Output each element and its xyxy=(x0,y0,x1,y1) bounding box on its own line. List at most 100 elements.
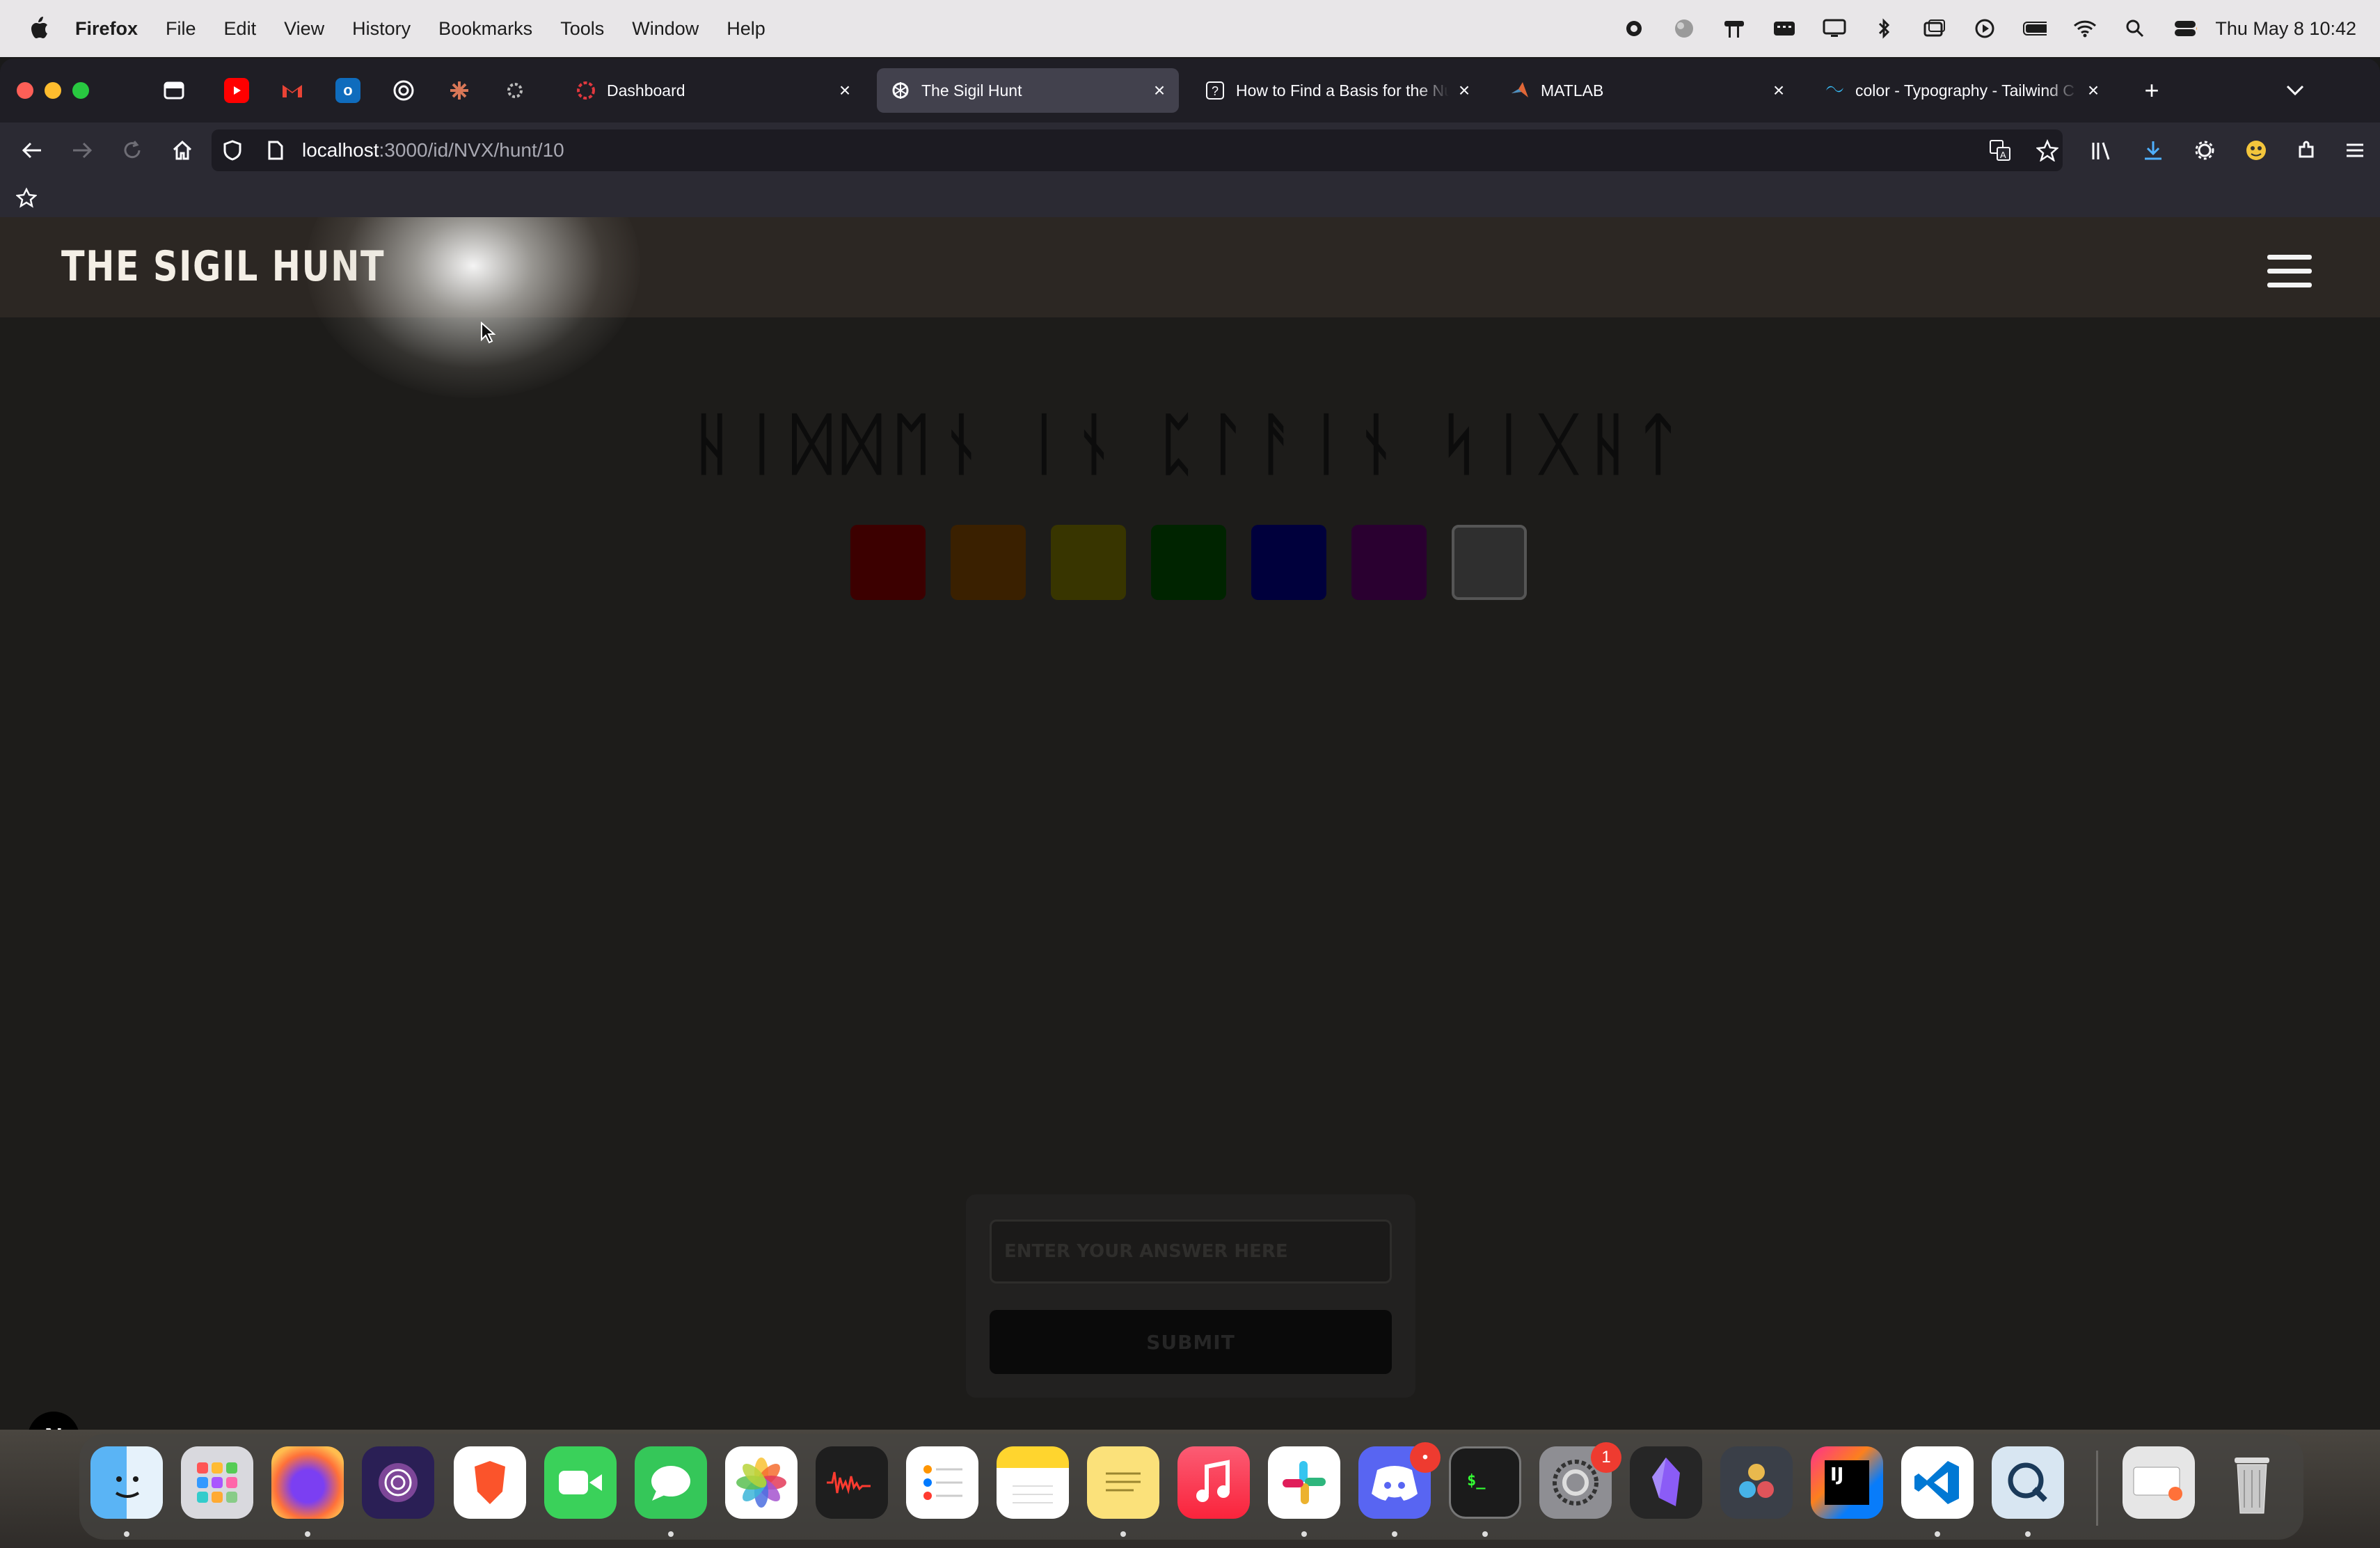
close-tab-icon[interactable]: × xyxy=(1769,79,1788,101)
launchpad-icon[interactable] xyxy=(181,1446,253,1519)
bookmark-star-icon[interactable] xyxy=(2033,136,2061,164)
account-avatar-icon[interactable] xyxy=(2242,136,2270,164)
submit-button[interactable]: SUBMIT xyxy=(990,1310,1392,1374)
chatgpt-pinned-tab-icon[interactable] xyxy=(391,78,416,103)
app-menu-icon[interactable] xyxy=(2341,136,2369,164)
close-tab-icon[interactable]: × xyxy=(1454,79,1474,101)
hamburger-menu-icon[interactable] xyxy=(2267,255,2312,288)
swatch-yellow[interactable] xyxy=(1051,525,1126,600)
menu-clock[interactable]: Thu May 8 10:42 xyxy=(2215,18,2356,40)
stickies-icon[interactable] xyxy=(1087,1446,1159,1519)
new-tab-icon[interactable]: + xyxy=(2139,76,2164,104)
menu-edit[interactable]: Edit xyxy=(224,18,257,40)
tree-icon[interactable] xyxy=(1722,17,1746,40)
finder-icon[interactable] xyxy=(90,1446,163,1519)
forward-arrow-icon[interactable] xyxy=(68,136,96,164)
stage-manager-icon[interactable] xyxy=(1923,17,1946,40)
menu-history[interactable]: History xyxy=(352,18,411,40)
sigil-favicon-icon xyxy=(891,81,910,100)
swatch-blue[interactable] xyxy=(1251,525,1326,600)
menu-app-name[interactable]: Firefox xyxy=(75,18,138,40)
obsidian-icon[interactable] xyxy=(1630,1446,1702,1519)
minimize-window-button[interactable] xyxy=(45,82,61,99)
close-window-button[interactable] xyxy=(17,82,33,99)
tab-dashboard[interactable]: Dashboard × xyxy=(562,68,864,113)
tab-null-space[interactable]: ? How to Find a Basis for the Null × xyxy=(1191,68,1484,113)
youtube-pinned-tab-icon[interactable] xyxy=(224,78,249,103)
music-icon[interactable] xyxy=(1177,1446,1250,1519)
library-icon[interactable] xyxy=(2088,136,2116,164)
zoom-window-button[interactable] xyxy=(72,82,89,99)
close-tab-icon[interactable]: × xyxy=(2084,79,2103,101)
next-dev-badge[interactable]: N xyxy=(28,1412,79,1430)
apple-icon[interactable] xyxy=(26,15,51,42)
display-icon[interactable] xyxy=(1823,17,1846,40)
answer-input[interactable] xyxy=(990,1219,1392,1284)
slack-icon[interactable] xyxy=(1268,1446,1340,1519)
close-tab-icon[interactable]: × xyxy=(1150,79,1169,101)
list-all-tabs-icon[interactable] xyxy=(2283,78,2308,103)
swatch-green[interactable] xyxy=(1151,525,1226,600)
matlab-favicon-icon xyxy=(1510,81,1530,100)
gear-pinned-tab-icon[interactable] xyxy=(502,78,527,103)
notes-icon[interactable] xyxy=(997,1446,1069,1519)
wifi-icon[interactable] xyxy=(2073,17,2097,40)
tab-tailwind[interactable]: color - Typography - Tailwind C × xyxy=(1811,68,2113,113)
navigation-toolbar: localhost:3000/id/NVX/hunt/10 A xyxy=(0,123,2380,178)
record-icon[interactable] xyxy=(1622,17,1646,40)
bookmark-folder-icon[interactable] xyxy=(13,184,40,212)
extensions-icon[interactable] xyxy=(2292,136,2320,164)
intellij-idea-icon[interactable]: IJ xyxy=(1811,1446,1883,1519)
menu-tools[interactable]: Tools xyxy=(560,18,604,40)
tab-matlab[interactable]: MATLAB × xyxy=(1496,68,1798,113)
search-icon[interactable] xyxy=(2123,17,2147,40)
mouse-pointer-icon xyxy=(480,321,496,347)
voice-memos-icon[interactable] xyxy=(816,1446,888,1519)
bluetooth-icon[interactable] xyxy=(1873,17,1896,40)
facetime-icon[interactable] xyxy=(544,1446,617,1519)
tab-sigil-hunt[interactable]: The Sigil Hunt × xyxy=(877,68,1179,113)
battery-icon[interactable] xyxy=(2023,17,2047,40)
quicktime-icon[interactable] xyxy=(1992,1446,2064,1519)
reload-icon[interactable] xyxy=(118,136,146,164)
tor-browser-icon[interactable] xyxy=(362,1446,434,1519)
swatch-orange[interactable] xyxy=(951,525,1026,600)
url-text[interactable]: localhost:3000/id/NVX/hunt/10 xyxy=(302,129,564,171)
swatch-purple[interactable] xyxy=(1351,525,1427,600)
back-arrow-icon[interactable] xyxy=(18,136,46,164)
menu-bookmarks[interactable]: Bookmarks xyxy=(438,18,532,40)
menu-help[interactable]: Help xyxy=(727,18,765,40)
translate-icon[interactable]: A xyxy=(1986,136,2014,164)
messages-icon[interactable] xyxy=(635,1446,707,1519)
url-bar[interactable]: localhost:3000/id/NVX/hunt/10 A xyxy=(212,129,2063,171)
outlook-pinned-tab-icon[interactable]: o xyxy=(335,78,360,103)
shield-icon[interactable] xyxy=(219,136,246,164)
gmail-pinned-tab-icon[interactable] xyxy=(280,78,305,103)
home-icon[interactable] xyxy=(168,136,196,164)
control-center-icon[interactable] xyxy=(2173,17,2198,40)
keyboard-icon[interactable] xyxy=(1772,17,1796,40)
brave-icon[interactable] xyxy=(454,1446,526,1519)
menu-window[interactable]: Window xyxy=(632,18,699,40)
claude-pinned-tab-icon[interactable] xyxy=(447,78,472,103)
globe-icon[interactable] xyxy=(1672,17,1696,40)
play-icon[interactable] xyxy=(1973,17,1997,40)
vscode-icon[interactable] xyxy=(1901,1446,1974,1519)
page-icon[interactable] xyxy=(262,136,289,164)
close-tab-icon[interactable]: × xyxy=(835,79,855,101)
terminal-icon[interactable]: $_ xyxy=(1449,1446,1521,1519)
trash-icon[interactable] xyxy=(2216,1446,2288,1519)
downloads-stack-icon[interactable] xyxy=(2123,1446,2195,1519)
settings-gear-icon[interactable] xyxy=(2191,136,2219,164)
menu-view[interactable]: View xyxy=(284,18,324,40)
firefox-icon[interactable] xyxy=(271,1446,344,1519)
sidebar-icon[interactable] xyxy=(161,78,187,103)
download-icon[interactable] xyxy=(2139,136,2167,164)
davinci-resolve-icon[interactable] xyxy=(1720,1446,1793,1519)
photos-icon[interactable] xyxy=(725,1446,798,1519)
flashlight-glow xyxy=(306,217,640,398)
reminders-icon[interactable] xyxy=(906,1446,978,1519)
swatch-red[interactable] xyxy=(850,525,926,600)
menu-file[interactable]: File xyxy=(166,18,196,40)
swatch-gray[interactable] xyxy=(1452,525,1527,600)
